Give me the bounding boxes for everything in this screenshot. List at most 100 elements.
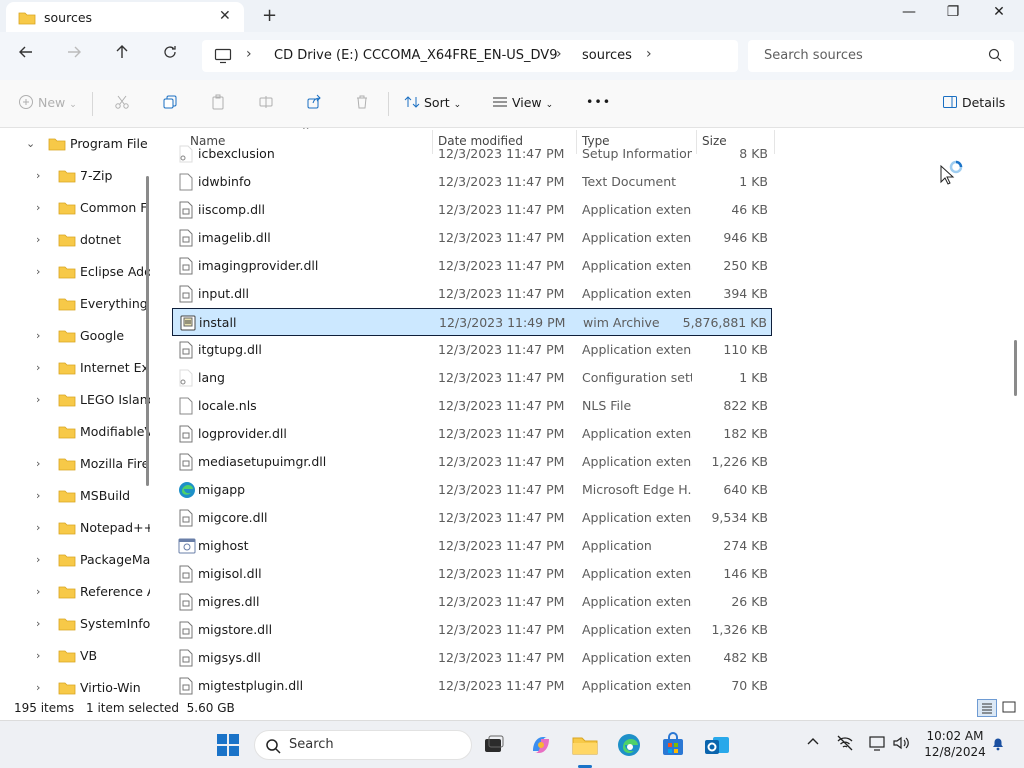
breadcrumb-chevron-icon[interactable]: › [246,46,252,62]
chevron-right-icon[interactable]: › [36,361,40,374]
file-row[interactable]: migsys.dll 12/3/2023 11:47 PM Application … [172,644,772,672]
sidebar-item[interactable]: › Reference A [0,576,150,608]
view-button[interactable]: View ⌄ [492,94,553,114]
copilot-icon[interactable] [527,731,555,759]
microsoft-store-icon[interactable] [659,731,687,759]
sidebar-item[interactable]: › Google [0,320,150,352]
sidebar-scrollbar[interactable] [146,176,149,486]
display-icon[interactable] [868,735,886,755]
chevron-right-icon[interactable]: › [36,521,40,534]
file-row[interactable]: locale.nls 12/3/2023 11:47 PM NLS File 822 … [172,392,772,420]
network-disconnected-icon[interactable] [836,735,854,755]
file-explorer-icon[interactable] [571,731,599,759]
tab-sources[interactable]: sources ✕ [6,2,244,32]
edge-icon[interactable] [615,731,643,759]
breadcrumb-cd-drive[interactable]: CD Drive (E:) CCCOMA_X64FRE_EN-US_DV9 [274,48,557,63]
copy-icon[interactable] [162,94,178,114]
forward-arrow-icon[interactable] [62,44,86,68]
search-box[interactable]: Search sources [748,40,1014,72]
chevron-down-icon[interactable]: ⌄ [26,137,35,150]
file-row[interactable]: migres.dll 12/3/2023 11:47 PM Application … [172,588,772,616]
start-windows-icon[interactable] [214,731,242,759]
show-hidden-icons-chevron-icon[interactable] [806,735,820,753]
clock[interactable]: 10:02 AM 12/8/2024 [922,728,988,760]
details-view-icon[interactable] [977,699,997,717]
file-row[interactable]: iiscomp.dll 12/3/2023 11:47 PM Application… [172,196,772,224]
chevron-right-icon[interactable]: › [36,201,40,214]
address-bar[interactable]: › CD Drive (E:) CCCOMA_X64FRE_EN-US_DV9 … [202,40,738,72]
sidebar-item[interactable]: › Notepad++ [0,512,150,544]
task-view-icon[interactable] [480,731,508,759]
tiles-view-icon[interactable] [1000,699,1020,717]
file-row[interactable]: imagingprovider.dll 12/3/2023 11:47 PM App… [172,252,772,280]
sidebar-item[interactable]: › LEGO Island [0,384,150,416]
sidebar-item[interactable]: › VB [0,640,150,672]
sidebar-item[interactable]: › Virtio-Win [0,672,150,696]
chevron-right-icon[interactable]: › [36,393,40,406]
file-row[interactable]: migcore.dll 12/3/2023 11:47 PM Application… [172,504,772,532]
file-row[interactable]: mediasetupuimgr.dll 12/3/2023 11:47 PM App… [172,448,772,476]
share-icon[interactable] [306,94,322,114]
sidebar-item[interactable]: › Eclipse Ado [0,256,150,288]
file-row[interactable]: mighost 12/3/2023 11:47 PM Application 274 … [172,532,772,560]
sidebar-item[interactable]: › Mozilla Fire [0,448,150,480]
paste-icon[interactable] [210,94,226,114]
notification-bell-icon[interactable] [990,735,1006,755]
outlook-icon[interactable] [703,731,731,759]
file-row[interactable]: icbexclusion 12/3/2023 11:47 PM Setup Info… [172,140,772,168]
chevron-right-icon[interactable]: › [36,233,40,246]
sidebar-item[interactable]: › 7-Zip [0,160,150,192]
chevron-right-icon[interactable]: › [36,681,40,694]
chevron-right-icon[interactable]: › [36,169,40,182]
sidebar-item[interactable]: › Internet Exp [0,352,150,384]
file-row[interactable]: migapp 12/3/2023 11:47 PM Microsoft Edge H… [172,476,772,504]
cut-icon[interactable] [114,94,130,114]
file-row[interactable]: migtestplugin.dll 12/3/2023 11:47 PM Appli… [172,672,772,696]
file-row[interactable]: input.dll 12/3/2023 11:47 PM Application e… [172,280,772,308]
file-row[interactable]: idwbinfo 12/3/2023 11:47 PM Text Document 1… [172,168,772,196]
sidebar-item[interactable]: › MSBuild [0,480,150,512]
chevron-right-icon[interactable]: › [36,649,40,662]
sort-button[interactable]: Sort ⌄ [404,94,461,114]
taskbar-search[interactable]: Search [254,730,472,760]
sidebar-item[interactable]: › PackageMa [0,544,150,576]
chevron-right-icon[interactable]: › [36,585,40,598]
file-row[interactable]: logprovider.dll 12/3/2023 11:47 PM Applica… [172,420,772,448]
sidebar-item[interactable]: › Common F [0,192,150,224]
file-list-scrollbar[interactable] [1014,340,1017,396]
chevron-right-icon[interactable]: › [36,329,40,342]
chevron-right-icon[interactable]: › [36,553,40,566]
sidebar-item[interactable]: › dotnet [0,224,150,256]
details-pane-button[interactable]: Details [942,94,1005,114]
tab-close-icon[interactable]: ✕ [219,8,231,24]
file-row[interactable]: lang 12/3/2023 11:47 PM Configuration sett… [172,364,772,392]
up-arrow-icon[interactable] [110,44,134,68]
maximize-button[interactable]: ❐ [930,4,976,28]
breadcrumb-sources[interactable]: sources [582,48,632,63]
more-options-icon[interactable]: ••• [586,94,611,114]
rename-icon[interactable] [258,94,274,114]
sidebar-item[interactable]: Everything [0,288,150,320]
delete-icon[interactable] [354,94,370,114]
breadcrumb-chevron-icon[interactable]: › [646,46,652,62]
file-row[interactable]: imagelib.dll 12/3/2023 11:47 PM Applicatio… [172,224,772,252]
file-row[interactable]: migstore.dll 12/3/2023 11:47 PM Applicatio… [172,616,772,644]
chevron-right-icon[interactable]: › [36,617,40,630]
breadcrumb-chevron-icon[interactable]: › [556,46,562,62]
new-button[interactable]: New ⌄ [18,94,77,114]
chevron-right-icon[interactable]: › [36,265,40,278]
new-tab-icon[interactable]: + [262,5,277,26]
chevron-right-icon[interactable]: › [36,489,40,502]
file-row[interactable]: migisol.dll 12/3/2023 11:47 PM Application… [172,560,772,588]
close-button[interactable]: ✕ [976,4,1022,28]
minimize-button[interactable]: — [886,4,932,28]
volume-icon[interactable] [892,735,910,755]
sidebar-item[interactable]: ModifiableV [0,416,150,448]
file-row[interactable]: itgtupg.dll 12/3/2023 11:47 PM Application… [172,336,772,364]
sidebar-item[interactable]: ⌄ Program File [0,128,150,160]
file-row[interactable]: install 12/3/2023 11:49 PM wim Archive 5,87… [172,308,772,336]
column-divider[interactable] [774,130,775,154]
chevron-right-icon[interactable]: › [36,457,40,470]
sidebar-item[interactable]: › SystemInfo [0,608,150,640]
back-arrow-icon[interactable] [14,44,38,68]
